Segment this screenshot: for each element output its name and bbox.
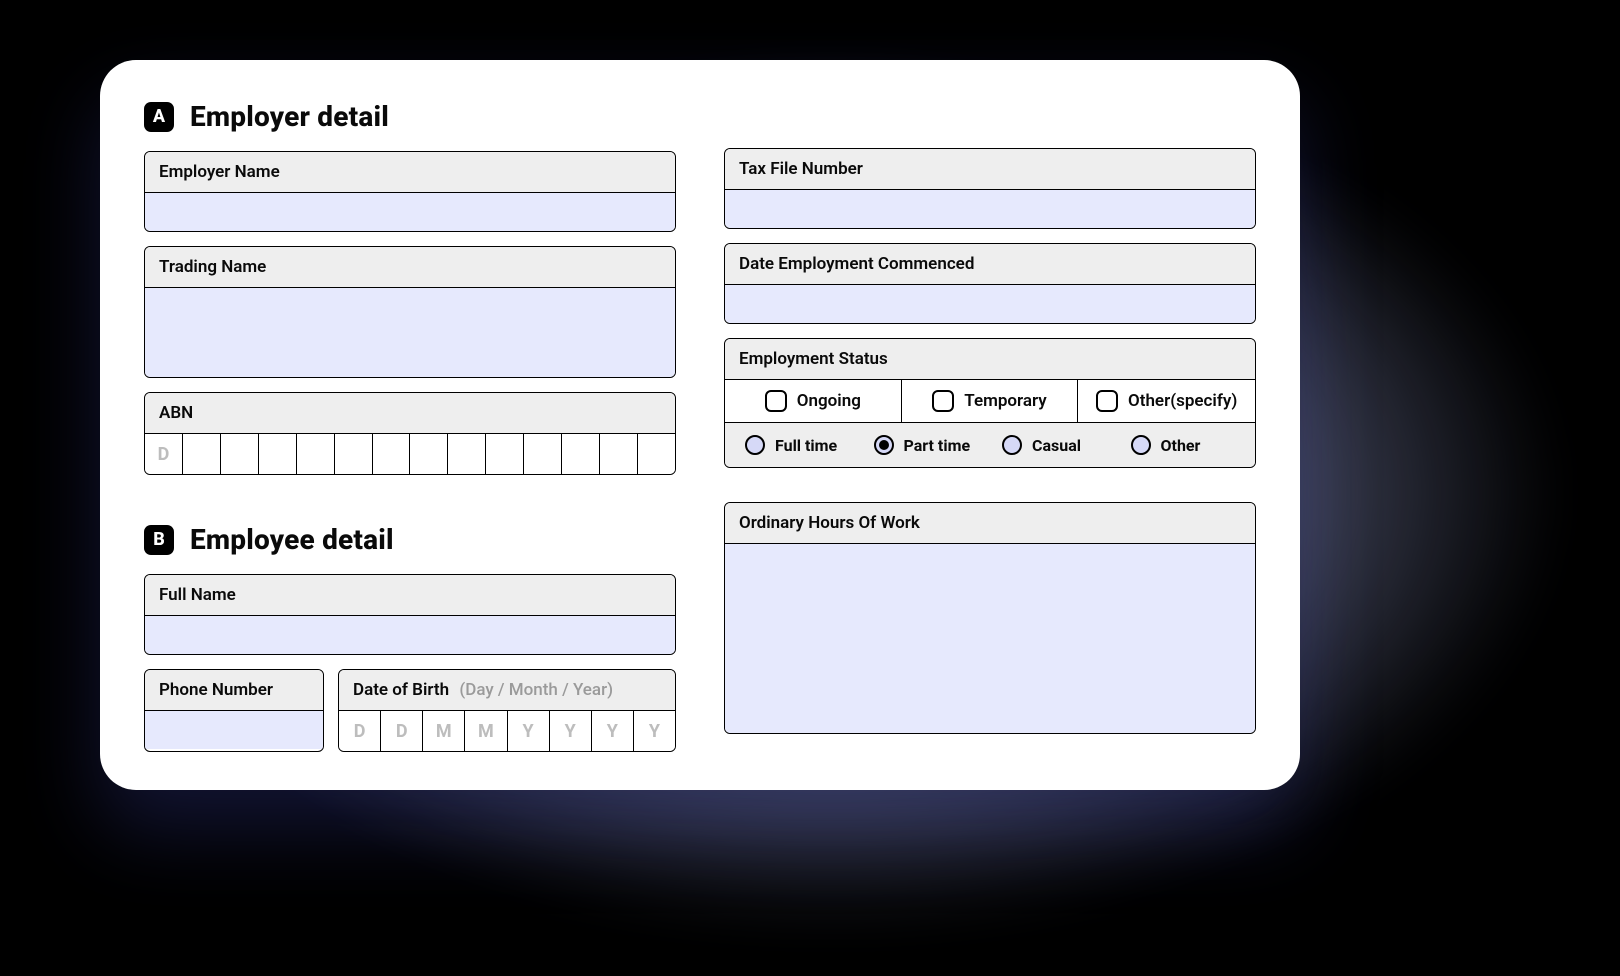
- employment-status-radio-row: Full time Part time Casual Other: [725, 422, 1255, 467]
- phone-label: Phone Number: [145, 670, 323, 710]
- full-name-input[interactable]: [145, 615, 675, 654]
- phone-field: Phone Number: [144, 669, 324, 752]
- dob-field: Date of Birth (Day / Month / Year) D D M…: [338, 669, 676, 752]
- tax-file-number-input[interactable]: [725, 189, 1255, 228]
- employer-name-field: Employer Name: [144, 151, 676, 232]
- abn-cell[interactable]: [638, 434, 675, 474]
- date-commenced-label: Date Employment Commenced: [725, 244, 1255, 284]
- abn-cell[interactable]: [373, 434, 411, 474]
- abn-field: ABN D: [144, 392, 676, 475]
- section-badge-b: B: [144, 525, 174, 555]
- dob-cell[interactable]: Y: [592, 711, 634, 751]
- employment-status-field: Employment Status Ongoing Temporary O: [724, 338, 1256, 468]
- full-name-field: Full Name: [144, 574, 676, 655]
- abn-cell[interactable]: [335, 434, 373, 474]
- employment-status-check-row: Ongoing Temporary Other(specify): [725, 380, 1255, 422]
- radio-casual-label: Casual: [1032, 436, 1081, 455]
- section-heading-a: Employer detail: [190, 100, 389, 133]
- abn-cell[interactable]: [486, 434, 524, 474]
- checkbox-icon: [932, 390, 954, 412]
- radio-icon: [745, 435, 765, 455]
- radio-icon: [874, 435, 894, 455]
- radio-casual[interactable]: Casual: [990, 435, 1119, 455]
- trading-name-input[interactable]: [145, 287, 675, 377]
- phone-input[interactable]: [145, 710, 323, 749]
- abn-cell[interactable]: [410, 434, 448, 474]
- date-commenced-field: Date Employment Commenced: [724, 243, 1256, 324]
- ordinary-hours-input[interactable]: [725, 543, 1255, 733]
- dob-cell[interactable]: D: [339, 711, 381, 751]
- radio-other-label: Other: [1161, 436, 1201, 455]
- dob-cell[interactable]: Y: [508, 711, 550, 751]
- radio-part-time[interactable]: Part time: [862, 435, 991, 455]
- tax-file-number-label: Tax File Number: [725, 149, 1255, 189]
- form-card: A Employer detail Employer Name Trading …: [100, 60, 1300, 790]
- employer-name-input[interactable]: [145, 192, 675, 231]
- radio-other[interactable]: Other: [1119, 435, 1248, 455]
- section-heading-b: Employee detail: [190, 523, 394, 556]
- checkbox-icon: [765, 390, 787, 412]
- abn-cell[interactable]: [524, 434, 562, 474]
- dob-cell[interactable]: M: [465, 711, 507, 751]
- check-other[interactable]: Other(specify): [1078, 380, 1255, 422]
- radio-part-time-label: Part time: [904, 436, 971, 455]
- check-other-label: Other(specify): [1128, 391, 1237, 411]
- check-temporary[interactable]: Temporary: [902, 380, 1079, 422]
- radio-full-time-label: Full time: [775, 436, 837, 455]
- abn-cell[interactable]: [448, 434, 486, 474]
- check-ongoing[interactable]: Ongoing: [725, 380, 902, 422]
- ordinary-hours-field: Ordinary Hours Of Work: [724, 502, 1256, 734]
- dob-label-text: Date of Birth: [353, 680, 449, 700]
- abn-cell[interactable]: [259, 434, 297, 474]
- trading-name-label: Trading Name: [145, 247, 675, 287]
- ordinary-hours-label: Ordinary Hours Of Work: [725, 503, 1255, 543]
- abn-cell-0[interactable]: D: [145, 434, 183, 474]
- radio-icon: [1131, 435, 1151, 455]
- abn-cell[interactable]: [297, 434, 335, 474]
- abn-cell[interactable]: [562, 434, 600, 474]
- abn-cells: D: [145, 433, 675, 474]
- check-ongoing-label: Ongoing: [797, 391, 861, 411]
- dob-cell[interactable]: M: [423, 711, 465, 751]
- dob-label: Date of Birth (Day / Month / Year): [339, 670, 675, 710]
- abn-label: ABN: [145, 393, 675, 433]
- trading-name-field: Trading Name: [144, 246, 676, 378]
- employer-name-label: Employer Name: [145, 152, 675, 192]
- section-badge-a: A: [144, 102, 174, 132]
- section-b-title: B Employee detail: [144, 523, 676, 556]
- dob-cells: D D M M Y Y Y Y: [339, 710, 675, 751]
- tax-file-number-field: Tax File Number: [724, 148, 1256, 229]
- radio-icon: [1002, 435, 1022, 455]
- abn-cell[interactable]: [600, 434, 638, 474]
- abn-cell[interactable]: [183, 434, 221, 474]
- employment-status-label: Employment Status: [725, 339, 1255, 380]
- dob-hint: (Day / Month / Year): [459, 680, 613, 700]
- full-name-label: Full Name: [145, 575, 675, 615]
- checkbox-icon: [1096, 390, 1118, 412]
- section-a-title: A Employer detail: [144, 100, 676, 133]
- dob-cell[interactable]: Y: [550, 711, 592, 751]
- dob-cell[interactable]: D: [381, 711, 423, 751]
- radio-full-time[interactable]: Full time: [733, 435, 862, 455]
- check-temporary-label: Temporary: [964, 391, 1046, 411]
- abn-cell[interactable]: [221, 434, 259, 474]
- dob-cell[interactable]: Y: [634, 711, 675, 751]
- date-commenced-input[interactable]: [725, 284, 1255, 323]
